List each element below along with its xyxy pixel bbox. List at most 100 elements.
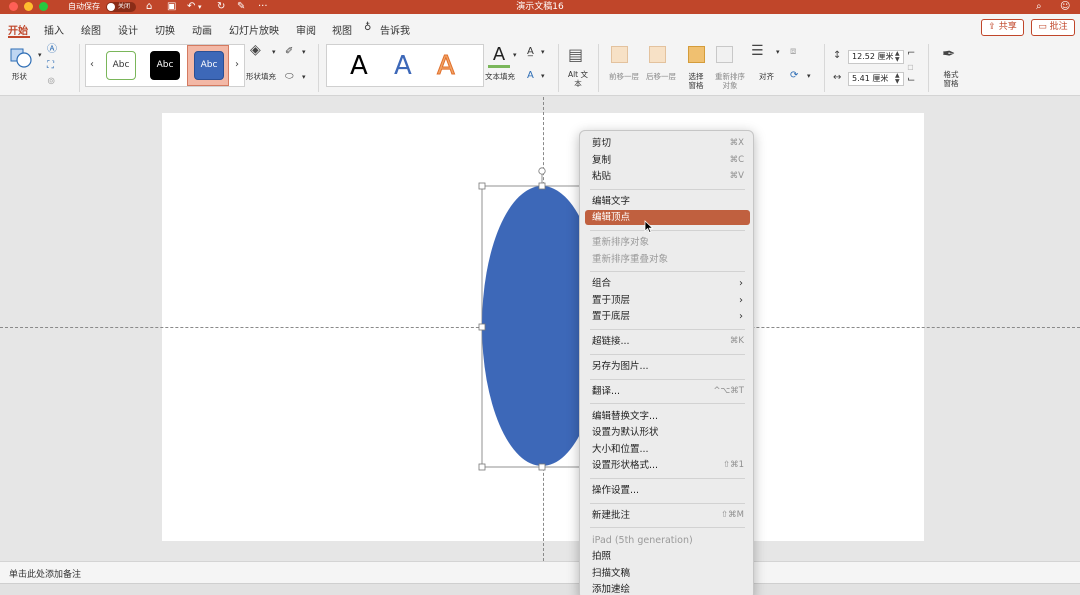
shape-style-1[interactable]: Abc — [106, 51, 136, 80]
shape-style-gallery: ‹ Abc Abc Abc › — [85, 44, 245, 87]
menu-separator — [590, 188, 745, 190]
menu-separator — [590, 527, 745, 529]
text-fill-label: 文本填充 — [485, 72, 515, 81]
rotate-dropdown-icon[interactable]: ▾ — [807, 72, 811, 81]
wordart-style-3[interactable]: A — [437, 51, 456, 82]
rotate-icon[interactable]: ⟳ — [790, 70, 798, 82]
menu-item[interactable]: 置于顶层 › — [585, 293, 750, 308]
reorder-objects-label: 重新排序对象 — [715, 72, 745, 90]
menu-item[interactable]: 另存为图片... — [585, 359, 750, 374]
menu-separator — [590, 502, 745, 504]
width-stepper[interactable]: ▲ ▼ — [895, 73, 900, 85]
lock-aspect-toggle[interactable]: ▫ — [907, 62, 914, 74]
format-pane-icon[interactable]: ✒ — [942, 45, 955, 63]
textbox-icon[interactable]: Ⓐ — [47, 44, 57, 56]
shape-style-3-selected[interactable]: Abc — [187, 45, 229, 86]
wordart-style-2[interactable]: A — [394, 51, 412, 81]
resize-handle[interactable] — [478, 323, 486, 331]
text-effects-dropdown-icon[interactable]: ▾ — [541, 72, 545, 81]
menu-item[interactable]: 组合 › — [585, 276, 750, 291]
menu-item[interactable]: 编辑顶点 — [585, 210, 750, 226]
height-stepper[interactable]: ▲ ▼ — [895, 51, 900, 63]
menu-item[interactable]: 编辑文字 — [585, 194, 750, 209]
notes-pane[interactable]: 单击此处添加备注 — [0, 561, 1080, 583]
search-icon[interactable]: ⌕ — [1036, 0, 1042, 14]
menu-separator — [590, 477, 745, 479]
menu-item-label: 操作设置... — [592, 484, 640, 496]
menu-separator — [590, 353, 745, 355]
tab-review[interactable]: 审阅 — [296, 22, 316, 37]
menu-item[interactable]: 操作设置... — [585, 483, 750, 498]
alt-text-icon[interactable]: ▤ — [568, 46, 583, 64]
active-tab-indicator — [8, 36, 30, 38]
fill-dropdown-icon[interactable]: ▾ — [272, 48, 276, 57]
menu-item[interactable]: 超链接... ⌘K — [585, 334, 750, 349]
tell-me-search[interactable]: 告诉我 — [380, 22, 410, 37]
width-icon: ↔ — [833, 72, 842, 83]
resize-handle[interactable] — [478, 182, 486, 190]
outline-dropdown-icon[interactable]: ▾ — [302, 48, 306, 57]
menu-item[interactable]: 编辑替换文字... — [585, 409, 750, 424]
resize-handle[interactable] — [538, 463, 546, 471]
status-bar — [0, 583, 1080, 595]
comments-button[interactable]: ▭ 批注 — [1031, 19, 1075, 36]
tab-draw[interactable]: 绘图 — [81, 22, 101, 37]
menu-item[interactable]: 扫描文稿 — [585, 566, 750, 581]
bring-forward-icon[interactable] — [611, 46, 628, 63]
gallery-next-icon[interactable]: › — [235, 59, 239, 70]
menu-item[interactable]: 翻译... ^⌥⌘T — [585, 384, 750, 399]
arrange-icon[interactable]: ⊚ — [47, 76, 55, 88]
send-backward-icon[interactable] — [649, 46, 666, 63]
menu-item-label: 置于底层 — [592, 311, 631, 323]
menu-item-label: 大小和位置... — [592, 443, 649, 455]
menu-item[interactable]: 拍照 — [585, 549, 750, 564]
text-fill-dropdown-icon[interactable]: ▾ — [513, 51, 517, 60]
tab-slideshow[interactable]: 幻灯片放映 — [229, 22, 279, 37]
menu-item-label: 重新排序对象 — [592, 237, 650, 249]
lock-aspect-icon[interactable]: ⌐ — [907, 48, 915, 60]
resize-handle[interactable] — [478, 463, 486, 471]
shape-effects-icon[interactable]: ⬭ — [285, 71, 294, 83]
account-icon[interactable]: ☺ — [1060, 0, 1070, 14]
selection-pane-icon[interactable] — [688, 46, 705, 63]
menu-item[interactable]: 设置为默认形状 — [585, 425, 750, 440]
tab-home[interactable]: 开始 — [8, 22, 28, 37]
menu-item[interactable]: 新建批注 ⇧⌘M — [585, 508, 750, 523]
wordart-style-1[interactable]: A — [350, 51, 368, 81]
shapes-dropdown-icon[interactable]: ▾ — [38, 51, 42, 60]
menu-item-label: 编辑顶点 — [592, 212, 631, 224]
shape-style-2[interactable]: Abc — [150, 51, 180, 80]
share-button[interactable]: ⇪ 共享 — [981, 19, 1024, 36]
menu-item[interactable]: 大小和位置... — [585, 442, 750, 457]
menu-item-label: 设置为默认形状 — [592, 427, 659, 439]
menu-item[interactable]: 粘贴 ⌘V — [585, 169, 750, 184]
reorder-objects-icon[interactable] — [716, 46, 733, 63]
tab-transitions[interactable]: 切换 — [155, 22, 175, 37]
group-icon[interactable]: ⧈ — [790, 46, 796, 58]
align-icon[interactable]: ☰ — [751, 44, 764, 58]
paint-bucket-icon[interactable]: ◈ — [250, 43, 261, 57]
notes-placeholder: 单击此处添加备注 — [9, 570, 82, 580]
menu-item[interactable]: 剪切 ⌘X — [585, 136, 750, 151]
menu-item-label: 粘贴 — [592, 171, 612, 182]
gallery-prev-icon[interactable]: ‹ — [90, 59, 94, 70]
shape-outline-icon[interactable]: ✐ — [285, 46, 293, 58]
edit-shape-icon[interactable]: ⛶ — [47, 60, 54, 72]
text-outline-dropdown-icon[interactable]: ▾ — [541, 48, 545, 57]
menu-item[interactable]: 设置形状格式... ⇧⌘1 — [585, 458, 750, 473]
resize-handle[interactable] — [538, 182, 546, 190]
tab-design[interactable]: 设计 — [118, 22, 138, 37]
menu-separator — [590, 403, 745, 405]
rotation-handle[interactable] — [538, 167, 546, 175]
tab-insert[interactable]: 插入 — [44, 22, 64, 37]
menu-item[interactable]: 复制 ⌘C — [585, 153, 750, 168]
text-effects-icon[interactable]: A — [527, 70, 534, 82]
menu-item[interactable]: 置于底层 › — [585, 309, 750, 324]
menu-item[interactable]: 添加速绘 — [585, 582, 750, 595]
text-outline-icon[interactable]: A̲ — [527, 46, 534, 58]
tab-animations[interactable]: 动画 — [192, 22, 212, 37]
align-dropdown-icon[interactable]: ▾ — [776, 48, 780, 57]
tab-view[interactable]: 视图 — [332, 22, 352, 37]
shapes-icon[interactable] — [10, 46, 32, 68]
effects-dropdown-icon[interactable]: ▾ — [302, 73, 306, 82]
